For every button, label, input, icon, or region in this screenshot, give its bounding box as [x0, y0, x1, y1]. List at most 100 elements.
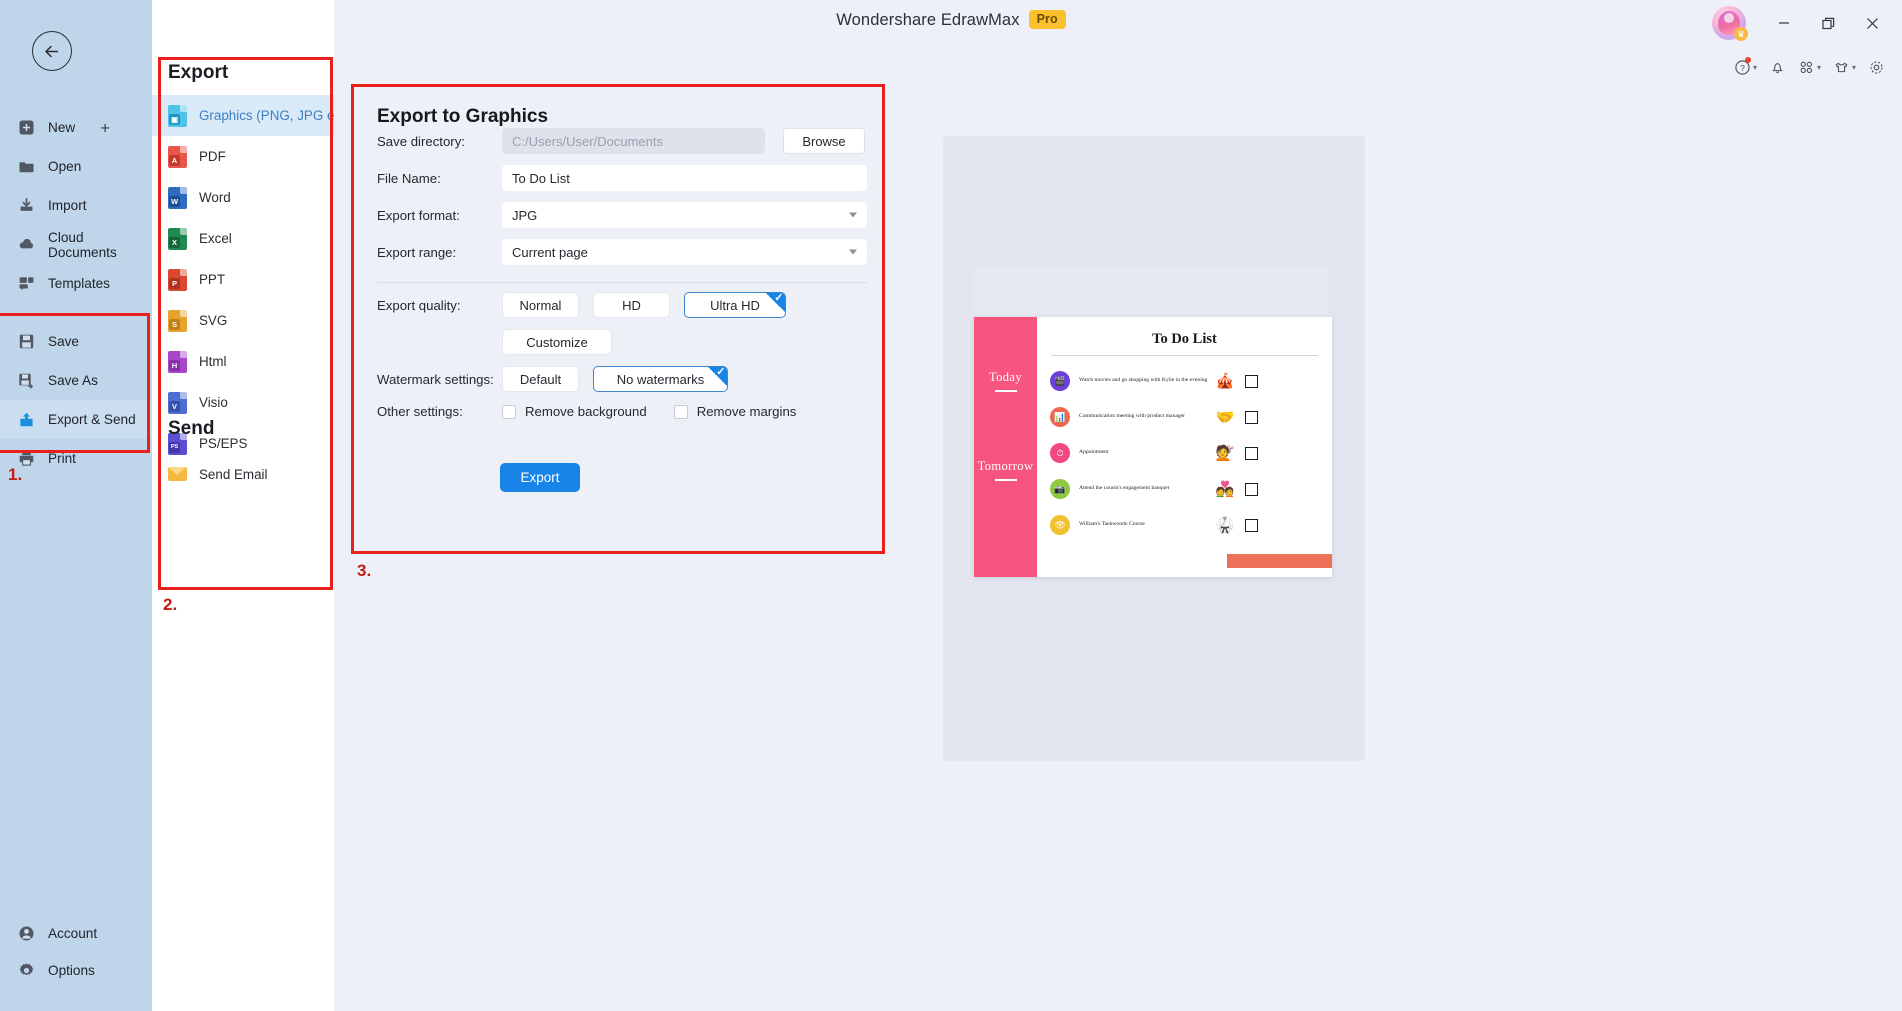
file-name-input[interactable] — [502, 165, 867, 191]
sidebar-item-open[interactable]: Open — [0, 147, 152, 186]
sidebar-item-import[interactable]: Import — [0, 186, 152, 225]
remove-background-checkbox[interactable] — [502, 404, 516, 419]
task-checkbox[interactable] — [1245, 482, 1258, 496]
sidebar-item-print[interactable]: Print — [0, 439, 152, 478]
task-checkbox[interactable] — [1245, 518, 1258, 532]
theme-shirt-icon[interactable]: ▾ — [1830, 56, 1859, 79]
export-range-row: Export range: — [377, 239, 867, 265]
send-item-email[interactable]: Send Email — [152, 455, 334, 493]
sidebar-item-account[interactable]: Account — [0, 915, 152, 952]
sidebar-item-export-send[interactable]: Export & Send — [0, 400, 152, 439]
browse-button[interactable]: Browse — [783, 128, 865, 154]
sidebar-item-cloud-documents[interactable]: Cloud Documents — [0, 225, 152, 264]
sidebar-item-label: Import — [48, 198, 87, 213]
format-item-excel[interactable]: X Excel — [152, 218, 334, 259]
quality-option-ultra-hd[interactable]: Ultra HD — [684, 292, 786, 318]
format-item-label: Excel — [199, 231, 232, 246]
format-item-pdf[interactable]: A PDF — [152, 136, 334, 177]
avatar[interactable]: ♛ — [1712, 6, 1748, 41]
preview-title-rule — [1051, 355, 1318, 356]
help-notification-dot — [1744, 57, 1751, 63]
close-button[interactable] — [1850, 8, 1894, 38]
other-settings-label: Other settings: — [377, 404, 463, 419]
sidebar-item-label: Options — [48, 963, 95, 978]
remove-margins-checkbox[interactable] — [673, 404, 688, 419]
preview-day-label: Today — [988, 370, 1023, 384]
format-item-visio[interactable]: V Visio — [152, 382, 334, 423]
preview-task-list: 🎬 Watch movies and go shopping with Kyli… — [1037, 363, 1332, 543]
task-checkbox[interactable] — [1245, 374, 1258, 388]
format-item-label: Graphics (PNG, JPG e... — [199, 108, 334, 123]
preview-task-row: ⏱ Appointment 💇 — [1037, 435, 1332, 471]
quality-option-hd[interactable]: HD — [593, 292, 670, 318]
format-item-label: SVG — [199, 313, 228, 328]
format-item-label: Visio — [199, 395, 228, 410]
send-section-title: Send — [168, 418, 215, 439]
svg-file-icon: S — [168, 309, 187, 332]
watermark-option-no-watermarks[interactable]: No watermarks — [593, 366, 728, 392]
maximize-button[interactable] — [1806, 8, 1850, 38]
pro-badge: Pro — [1028, 10, 1066, 29]
export-format-select[interactable] — [502, 202, 867, 228]
svg-text:?: ? — [1740, 63, 1745, 73]
minimize-button[interactable] — [1762, 8, 1806, 38]
export-range-select[interactable] — [502, 239, 867, 265]
format-item-html[interactable]: H Html — [152, 341, 334, 382]
save-directory-input[interactable] — [502, 128, 765, 154]
sidebar-item-new[interactable]: New + — [0, 108, 152, 147]
apps-grid-icon[interactable]: ▾ — [1795, 56, 1824, 79]
notification-bell-icon[interactable] — [1766, 56, 1789, 79]
options-gear-icon — [17, 961, 36, 980]
back-button[interactable] — [32, 31, 72, 71]
export-button[interactable]: Export — [500, 463, 580, 492]
task-text: Attend the cousin's engagement banquet — [1079, 485, 1170, 492]
watermark-row: Watermark settings: Default No watermark… — [377, 366, 728, 392]
watermark-label: Watermark settings: — [377, 371, 494, 387]
quality-option-normal[interactable]: Normal — [502, 292, 579, 318]
preview-accent-bar — [1227, 554, 1332, 568]
file-name-row: File Name: — [377, 165, 867, 191]
quality-option-label: Ultra HD — [710, 297, 760, 313]
watermark-option-default[interactable]: Default — [502, 366, 579, 392]
account-icon — [17, 924, 36, 943]
import-icon — [17, 196, 36, 215]
format-item-word[interactable]: W Word — [152, 177, 334, 218]
task-illustration-icon: 🎪 — [1215, 373, 1235, 390]
preview-task-row: 📷 Attend the cousin's engagement banquet… — [1037, 471, 1332, 507]
task-bullet-icon: 🎬 — [1050, 371, 1070, 391]
sidebar-item-save-as[interactable]: Save As — [0, 361, 152, 400]
sidebar-item-save[interactable]: Save — [0, 322, 152, 361]
sidebar-item-label: Cloud Documents — [48, 229, 117, 260]
sidebar-item-label: Templates — [48, 276, 110, 291]
help-icon[interactable]: ? ▾ — [1731, 56, 1760, 79]
task-checkbox[interactable] — [1245, 410, 1258, 424]
sidebar-item-options[interactable]: Options — [0, 952, 152, 989]
preview-task-row: 🎬 Watch movies and go shopping with Kyli… — [1037, 363, 1332, 399]
export-quality-row: Export quality: Normal HD Ultra HD — [377, 292, 786, 318]
export-format-row: Export format: — [377, 202, 867, 228]
format-item-graphics[interactable]: ▣ Graphics (PNG, JPG e... — [152, 95, 334, 136]
task-bullet-icon: 📊 — [1050, 407, 1070, 427]
export-to-graphics-panel: Export to Graphics Save directory: Brows… — [355, 88, 888, 553]
export-panel-title: Export — [168, 62, 229, 83]
task-bullet-icon: 👁 — [1050, 515, 1070, 535]
format-item-ppt[interactable]: P PPT — [152, 259, 334, 300]
page-title: Export to Graphics — [377, 106, 549, 127]
preview-task-row: 📊 Communication meeting with product man… — [1037, 399, 1332, 435]
quality-customize-button[interactable]: Customize — [502, 329, 612, 355]
new-plus-icon[interactable]: + — [100, 119, 110, 136]
document-preview[interactable]: Today Tomorrow To Do List 🎬 Watch movies… — [974, 317, 1332, 577]
task-bullet-icon: ⏱ — [1050, 443, 1070, 463]
format-item-label: PDF — [199, 149, 226, 164]
sidebar-item-templates[interactable]: Templates — [0, 264, 152, 303]
settings-gear-icon[interactable] — [1865, 56, 1888, 79]
format-item-svg[interactable]: S SVG — [152, 300, 334, 341]
watermark-option-label: No watermarks — [616, 371, 705, 387]
sidebar-bottom-nav: Account Options — [0, 915, 152, 989]
preview-day-column: Today Tomorrow — [974, 317, 1037, 577]
selected-check-icon — [708, 367, 727, 386]
format-item-label: Html — [199, 354, 227, 369]
task-checkbox[interactable] — [1245, 446, 1258, 460]
html-file-icon: H — [168, 350, 187, 373]
ppt-file-icon: P — [168, 268, 187, 291]
